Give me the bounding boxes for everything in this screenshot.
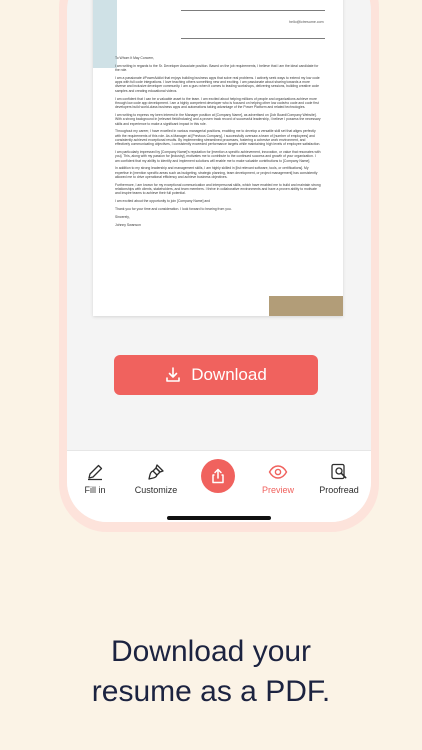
tab-label: Fill in [84, 485, 106, 495]
doc-paragraph: I am writing to express my keen interest… [115, 112, 321, 126]
magnifier-doc-icon [331, 463, 347, 480]
tab-customize[interactable]: Customize [128, 463, 184, 495]
doc-paragraph: Thank you for your time and consideratio… [115, 207, 232, 212]
tab-label: Proofread [319, 485, 359, 495]
doc-accent-block-bottom [269, 296, 343, 316]
doc-paragraph: I am writing in regards to the Sr. Devel… [115, 63, 319, 73]
bottom-tab-bar: Fill in Customize Preview Proofread [67, 450, 371, 522]
doc-header-rule-top [181, 10, 325, 11]
tab-label: Customize [134, 485, 178, 495]
doc-signature-name: Johnny Swanson [115, 222, 141, 227]
doc-paragraph: Throughout my career, I have excelled in… [115, 129, 321, 147]
headline-line-2: resume as a PDF. [91, 675, 331, 708]
share-icon [212, 468, 224, 484]
doc-paragraph: I am a passionate #PowerAddict that enjo… [115, 75, 320, 93]
tab-fill-in[interactable]: Fill in [67, 463, 123, 495]
eye-icon [268, 465, 288, 479]
tab-preview[interactable]: Preview [250, 463, 306, 495]
doc-accent-block-top [93, 0, 117, 68]
paint-brush-icon [148, 464, 164, 480]
tab-label: Preview [261, 485, 294, 495]
download-button-label: Download [191, 365, 267, 384]
doc-header-rule-bottom [181, 38, 325, 39]
download-icon [166, 367, 180, 382]
doc-signoff: Sincerely, [115, 214, 130, 219]
headline-line-1: Download your [110, 635, 312, 668]
share-button[interactable] [201, 459, 235, 493]
cover-letter-body: To Whom It May Concern, I am writing in … [115, 56, 321, 230]
doc-paragraph: I am confident that I can be a valuable … [115, 96, 319, 110]
tab-proofread[interactable]: Proofread [311, 463, 367, 495]
doc-email: hello@ictresume.com [289, 20, 324, 24]
pencil-icon [88, 464, 103, 481]
home-indicator [167, 516, 271, 520]
doc-greeting: To Whom It May Concern, [115, 56, 155, 60]
doc-paragraph: I am particularly impressed by [Company … [115, 150, 321, 163]
doc-paragraph: In addition to my strong leadership and … [115, 166, 318, 180]
phone-screen: hello@ictresume.com To Whom It May Conce… [67, 0, 371, 522]
doc-paragraph: Furthermore, I am known for my exception… [115, 182, 321, 196]
marketing-headline: Download your resume as a PDF. [0, 632, 422, 712]
download-button[interactable]: Download [114, 355, 318, 395]
doc-paragraph: I am excited about the opportunity to jo… [115, 199, 210, 204]
resume-preview: hello@ictresume.com To Whom It May Conce… [93, 0, 343, 316]
